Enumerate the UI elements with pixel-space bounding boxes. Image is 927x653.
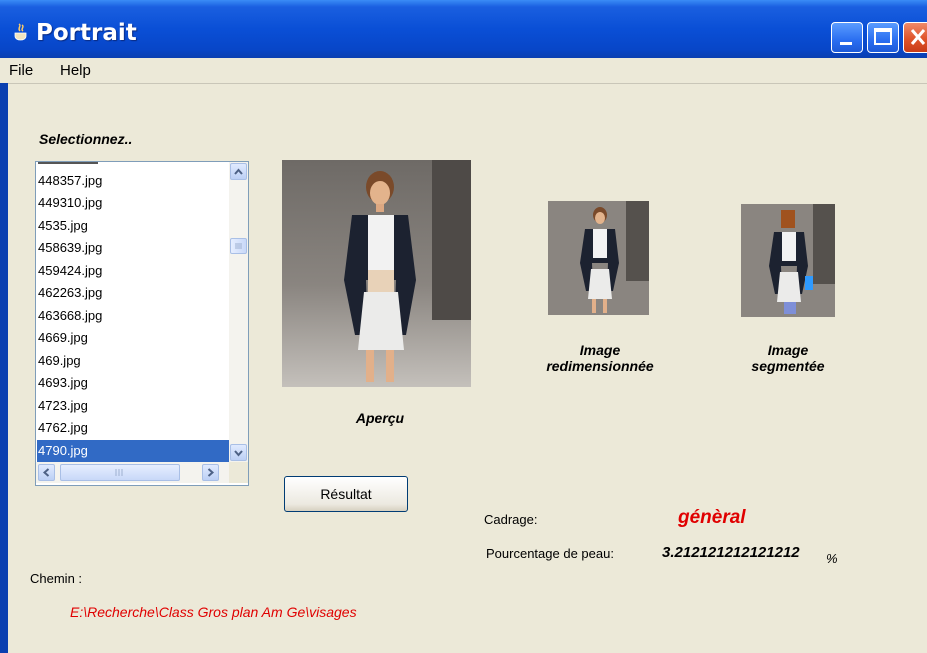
grip-icon [235, 243, 242, 249]
resized-caption-line1: Image [579, 342, 621, 358]
skin-label: Pourcentage de peau: [486, 546, 614, 561]
segmented-caption-line1: Image [767, 342, 809, 358]
scroll-down-button[interactable] [230, 444, 247, 461]
list-item[interactable]: 449310.jpg [37, 192, 229, 214]
close-icon [910, 29, 926, 45]
minimize-icon [840, 42, 852, 45]
list-item[interactable]: 4669.jpg [37, 327, 229, 349]
resized-caption: Image redimensionnée [520, 342, 680, 374]
list-item-selected[interactable]: 4790.jpg [37, 440, 229, 462]
list-item[interactable]: 458639.jpg [37, 237, 229, 259]
java-cup-icon [14, 23, 27, 41]
path-label: Chemin : [30, 571, 83, 586]
horizontal-scrollbar[interactable] [36, 462, 229, 483]
menu-bar: File Help [0, 58, 927, 84]
window-title: Portrait [36, 20, 137, 46]
file-list[interactable]: 448357.jpg 449310.jpg 4535.jpg 458639.jp… [35, 161, 249, 486]
list-item[interactable]: 4535.jpg [37, 215, 229, 237]
chevron-left-icon [42, 468, 50, 477]
list-item[interactable]: 462263.jpg [37, 282, 229, 304]
chevron-right-icon [207, 468, 215, 477]
scroll-corner [229, 462, 248, 483]
vertical-scroll-thumb[interactable] [230, 238, 247, 254]
segmented-caption: Image segmentée [708, 342, 868, 374]
list-item[interactable]: 448357.jpg [37, 170, 229, 192]
vertical-scrollbar[interactable] [229, 162, 248, 462]
title-bar: Portrait [0, 0, 927, 58]
segmented-image [741, 204, 835, 317]
chevron-up-icon [234, 168, 243, 175]
list-item[interactable]: 469.jpg [37, 350, 229, 372]
preview-caption: Aperçu [355, 410, 405, 426]
grip-icon [115, 469, 123, 476]
scroll-left-button[interactable] [38, 464, 55, 481]
list-item[interactable]: 4762.jpg [37, 417, 229, 439]
menu-help[interactable]: Help [60, 62, 91, 79]
file-list-items: 448357.jpg 449310.jpg 4535.jpg 458639.jp… [36, 162, 229, 462]
menu-file[interactable]: File [9, 62, 33, 79]
preview-image [282, 160, 471, 387]
list-item[interactable]: 459424.jpg [37, 260, 229, 282]
scroll-up-button[interactable] [230, 163, 247, 180]
resized-image [548, 201, 649, 315]
maximize-icon [874, 28, 892, 45]
result-button[interactable]: Résultat [284, 476, 408, 512]
resized-caption-line2: redimensionnée [546, 358, 654, 374]
path-value: E:\Recherche\Class Gros plan Am Ge\visag… [70, 604, 357, 620]
framing-value: génèral [678, 507, 746, 528]
select-label: Selectionnez.. [39, 131, 133, 147]
window-border [0, 83, 8, 653]
horizontal-scroll-thumb[interactable] [60, 464, 180, 481]
skin-unit: % [826, 551, 838, 566]
maximize-button[interactable] [867, 22, 899, 53]
chevron-down-icon [234, 450, 243, 457]
minimize-button[interactable] [831, 22, 863, 53]
photo-placeholder [282, 160, 471, 387]
segmented-caption-line2: segmentée [751, 358, 825, 374]
skin-value: 3.212121212121212 [662, 544, 800, 561]
close-button[interactable] [903, 22, 927, 53]
photo-placeholder [741, 204, 835, 317]
photo-placeholder [548, 201, 649, 315]
scroll-right-button[interactable] [202, 464, 219, 481]
list-item[interactable]: 4723.jpg [37, 395, 229, 417]
list-item[interactable]: 4693.jpg [37, 372, 229, 394]
framing-label: Cadrage: [484, 512, 538, 527]
list-item[interactable]: 463668.jpg [37, 305, 229, 327]
